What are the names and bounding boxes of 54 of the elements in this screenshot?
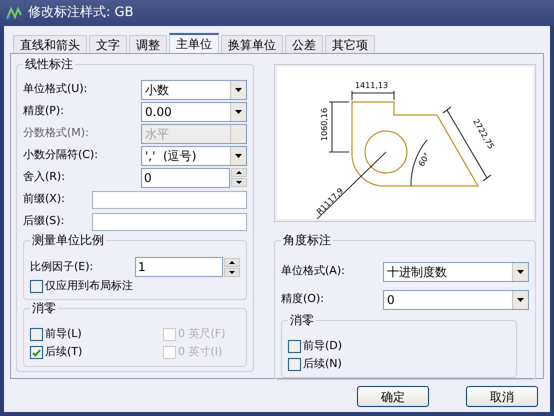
dropdown-value: 0.00	[144, 104, 173, 120]
group-title: 线性标注	[23, 56, 75, 72]
check-icon	[32, 348, 41, 356]
dropdown-value: 小数	[144, 82, 170, 98]
group-title: 测量单位比例	[30, 232, 106, 248]
field-label: 前缀(X):	[23, 191, 65, 208]
tab[interactable]: 调整	[129, 35, 167, 53]
checkbox[interactable]: 仅应用到布局标注	[30, 277, 240, 295]
field-label: 单位格式(A):	[281, 263, 345, 280]
field-label: 小数分隔符(C):	[23, 147, 98, 164]
field-label: 舍入(R):	[23, 169, 65, 186]
dialog-button[interactable]: 取消	[466, 386, 538, 407]
dropdown[interactable]: ',' (逗号)	[141, 146, 247, 166]
dropdown[interactable]: 小数	[141, 80, 247, 100]
tab[interactable]: 直线和箭头	[13, 35, 87, 53]
input-field[interactable]: 0	[141, 168, 230, 188]
caret-icon	[517, 270, 524, 274]
dropdown-value: 0	[386, 292, 396, 308]
caret-icon	[517, 298, 524, 302]
spin-buttons[interactable]	[224, 258, 240, 276]
dropdown-value: 十进制度数	[386, 264, 448, 280]
caret-icon	[235, 88, 242, 92]
input-field[interactable]	[92, 212, 247, 230]
spin-buttons[interactable]	[231, 168, 247, 187]
checkbox[interactable]: 后续(T)	[30, 344, 135, 362]
checkbox[interactable]: 前导(D)	[288, 337, 510, 355]
checkbox[interactable]: 后续(N)	[288, 355, 510, 373]
caret-icon	[235, 154, 242, 158]
tab[interactable]: 其它项	[325, 35, 375, 53]
field-label: 后缀(S):	[23, 213, 64, 230]
group-title: 角度标注	[281, 232, 333, 248]
input-field[interactable]	[92, 190, 247, 208]
dropdown[interactable]: 0	[383, 290, 529, 310]
field-label: 精度(O):	[281, 291, 324, 308]
input-field[interactable]: 1	[135, 257, 223, 277]
dropdown-value: 水平	[144, 126, 170, 142]
app-icon	[6, 5, 22, 21]
dialog-button[interactable]: 确定	[357, 386, 429, 407]
group-title: 消零	[30, 300, 58, 316]
field-label: 分数格式(M):	[23, 125, 89, 142]
dropdown[interactable]: 十进制度数	[383, 262, 529, 282]
field-label: 精度(P):	[23, 103, 64, 120]
field-label: 单位格式(U):	[23, 81, 88, 98]
checkbox[interactable]: 前导(L)	[30, 326, 135, 344]
field-label: 比例因子(E):	[30, 258, 94, 275]
group-title: 消零	[288, 312, 316, 328]
tab[interactable]: 文字	[89, 35, 127, 53]
caret-icon	[235, 110, 242, 114]
tab[interactable]: 公差	[285, 35, 323, 53]
window-title: 修改标注样式: GB	[28, 4, 134, 22]
tab[interactable]: 换算单位	[221, 35, 283, 53]
tab[interactable]: 主单位	[169, 33, 219, 53]
dropdown-value: ',' (逗号)	[144, 148, 198, 164]
dropdown[interactable]: 0.00	[141, 102, 247, 122]
